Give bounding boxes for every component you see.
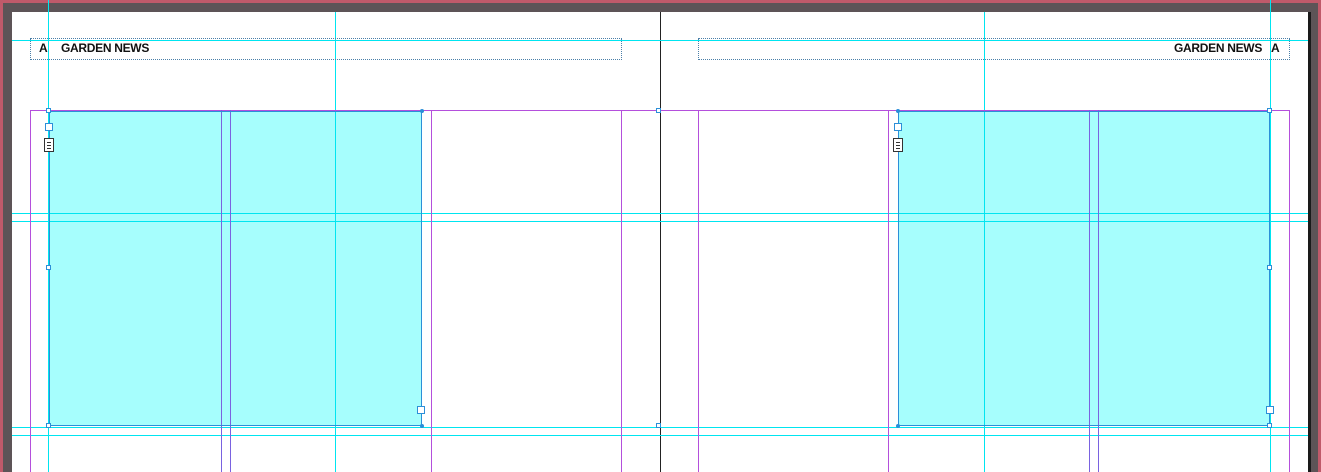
in-port[interactable] xyxy=(894,123,902,131)
resize-handle[interactable] xyxy=(46,108,51,113)
text-frame-right-border xyxy=(898,111,1270,426)
page-marker-left: A xyxy=(39,41,48,55)
page-marker-right: A xyxy=(1271,41,1280,55)
resize-handle[interactable] xyxy=(1267,423,1272,428)
page-shadow xyxy=(1308,12,1311,472)
resize-handle[interactable] xyxy=(1267,108,1272,113)
ruler-guide-vertical[interactable] xyxy=(1270,0,1271,472)
header-title-left: GARDEN NEWS xyxy=(61,41,150,55)
spread-spine xyxy=(660,12,661,472)
header-title-right: GARDEN NEWS xyxy=(1174,41,1263,55)
resize-handle[interactable] xyxy=(1267,265,1272,270)
text-thread-icon[interactable] xyxy=(44,138,54,152)
anchor-point[interactable] xyxy=(420,109,424,113)
resize-handle[interactable] xyxy=(656,423,661,428)
text-frame-left-border xyxy=(49,111,422,426)
out-port[interactable] xyxy=(1266,406,1274,414)
ruler-guide-horizontal[interactable] xyxy=(12,435,1308,436)
resize-handle[interactable] xyxy=(46,265,51,270)
margin-guide xyxy=(431,110,432,472)
anchor-point[interactable] xyxy=(420,424,424,428)
margin-guide xyxy=(698,110,699,472)
margin-guide xyxy=(888,110,889,472)
anchor-point[interactable] xyxy=(896,424,900,428)
in-port[interactable] xyxy=(45,123,53,131)
resize-handle[interactable] xyxy=(656,108,661,113)
out-port[interactable] xyxy=(417,406,425,414)
resize-handle[interactable] xyxy=(46,423,51,428)
text-thread-icon[interactable] xyxy=(893,138,903,152)
margin-guide xyxy=(621,110,622,472)
margin-guide xyxy=(30,110,31,472)
margin-guide xyxy=(1289,110,1290,472)
anchor-point[interactable] xyxy=(896,109,900,113)
